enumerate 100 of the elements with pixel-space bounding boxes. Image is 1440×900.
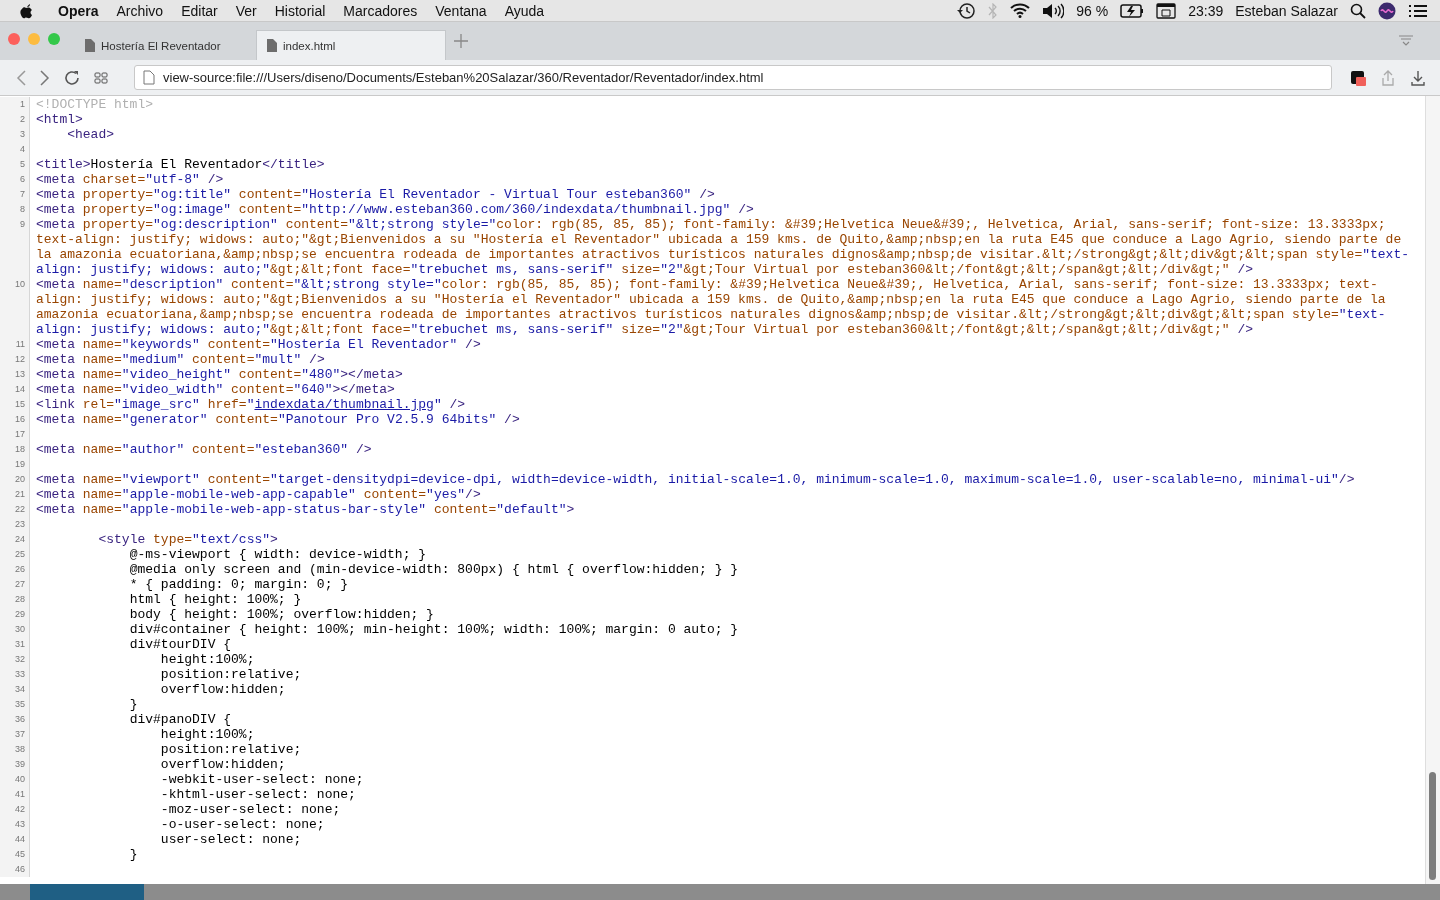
code-line: height:100%; xyxy=(159,727,256,742)
code-line: <meta name="video_height" content="480"></meta> xyxy=(36,367,404,382)
code-line: @-ms-viewport { width: device-width; } xyxy=(128,547,428,562)
line-number: 13 xyxy=(14,368,26,381)
line-number: 44 xyxy=(14,833,26,846)
app-menu[interactable]: Opera xyxy=(34,2,108,19)
code-line: overflow:hidden; xyxy=(159,682,287,697)
extension-icon[interactable] xyxy=(1350,69,1366,86)
menu-item[interactable]: Ver xyxy=(226,2,266,19)
document-icon xyxy=(85,39,95,52)
code-line: <style type="text/css"> xyxy=(97,532,279,547)
code-line: <meta property="og:description" content="&lt;strong style="color: rgb(85, 85, 85); font-family: &#39;Helvetica Neue&#39;, Helvetica, Arial, sans-serif; font-size: 13.3333px; text-align: justify; widows: auto;"&gt;Bienvenidos a su "Hostería el Reventador" ubicada a 159 kms. de Quito,&amp;nbsp;en la ruta E45 que conduce a Lago Agrio, siendo parte de la amazonia ecuatoriana,&amp;nbsp;se encuentra rodeada de importantes atractivos turísticos naturales dignos&amp;nbsp;de visitar.&lt;/strong&gt;&lt;div&gt;&lt;span style="text-align: justify; widows: auto;"&gt;&lt;font face="trebuchet ms, sans-serif" size="2"&gt;Tour Virtual por esteban360&lt;/font&gt;&lt;/span&gt;&lt;/div&gt;" /> xyxy=(36,217,1411,277)
list-icon[interactable] xyxy=(1408,2,1428,19)
line-number: 43 xyxy=(14,818,26,831)
code-line: div#panoDIV { xyxy=(128,712,233,727)
address-field[interactable]: view-source:file:///Users/diseno/Documents/Esteban%20Salazar/360/Reventador/Reventador/index.html xyxy=(134,65,1332,90)
code-line: @media only screen and (min-device-width: 800px) { html { overflow:hidden; } } xyxy=(128,562,740,577)
code-line: } xyxy=(128,847,139,862)
menu-item[interactable]: Editar xyxy=(172,2,227,19)
code-line: <title>Hostería El Reventador</title> xyxy=(36,157,326,172)
menu-item[interactable]: Marcadores xyxy=(334,2,427,19)
code-line: -khtml-user-select: none; xyxy=(159,787,357,802)
code-line: <meta name="apple-mobile-web-app-status-bar-style" content="default"> xyxy=(36,502,576,517)
search-icon[interactable] xyxy=(1350,2,1366,19)
user-name[interactable]: Esteban Salazar xyxy=(1235,2,1338,19)
line-number: 4 xyxy=(19,143,26,156)
line-number: 37 xyxy=(14,728,26,741)
browser-tab[interactable]: index.html xyxy=(256,30,446,60)
apple-icon[interactable] xyxy=(20,2,34,19)
volume-icon[interactable] xyxy=(1042,2,1065,19)
code-line: <meta name="description" content="&lt;strong style="color: rgb(85, 85, 85); font-family: &#39;Helvetica Neue&#39;, Helvetica, Arial, sans-serif; font-size: 13.3333px; text-align: justify; widows: auto;"&gt;Bienvenidos a su "Hostería el Reventador" ubicada a 159 kms. de Quito,&amp;nbsp;en la ruta E45 que conduce a Lago Agrio, siendo parte de la amazonia ecuatoriana,&amp;nbsp;se encuentra rodeada de importantes atractivos turísticos naturales dignos&amp;nbsp;de visitar.&lt;/strong&gt;&lt;div&gt;&lt;span style="text-align: justify; widows: auto;"&gt;&lt;font face="trebuchet ms, sans-serif" size="2"&gt;Tour Virtual por esteban360&lt;/font&gt;&lt;/span&gt;&lt;/div&gt;" /> xyxy=(36,277,1387,337)
menu-item[interactable]: Archivo xyxy=(107,2,173,19)
code-line: <meta charset="utf-8" /> xyxy=(36,172,225,187)
battery-percentage: 96 % xyxy=(1076,2,1109,19)
code-line: <meta name="keywords" content="Hostería El Reventador" /> xyxy=(36,337,482,352)
line-number: 36 xyxy=(14,713,26,726)
line-number: 46 xyxy=(14,863,26,876)
menubar-clock: 23:39 xyxy=(1188,2,1224,19)
code-line: <meta name="apple-mobile-web-app-capable" content="yes"/> xyxy=(36,487,482,502)
line-number: 25 xyxy=(14,548,26,561)
code-line: position:relative; xyxy=(159,742,303,757)
line-number: 12 xyxy=(14,353,26,366)
line-number: 40 xyxy=(14,773,26,786)
code-line: -moz-user-select: none; xyxy=(159,802,342,817)
code-line: overflow:hidden; xyxy=(159,757,287,772)
line-number: 1 xyxy=(19,98,26,111)
line-number: 42 xyxy=(14,803,26,816)
code-line: <meta property="og:title" content="Hostería El Reventador - Virtual Tour esteban360" /> xyxy=(36,187,716,202)
scrollbar-thumb[interactable] xyxy=(1429,772,1436,880)
line-number: 20 xyxy=(14,473,26,486)
line-number: 35 xyxy=(14,698,26,711)
code-line: -webkit-user-select: none; xyxy=(159,772,365,787)
source-link[interactable]: indexdata/thumbnail.jpg xyxy=(254,397,434,412)
menu-item[interactable]: Historial xyxy=(265,2,335,19)
line-number: 33 xyxy=(14,668,26,681)
line-number: 18 xyxy=(14,443,26,456)
code-line: div#container { height: 100%; min-height: 100%; width: 100%; margin: 0 auto; } xyxy=(128,622,740,637)
download-icon[interactable] xyxy=(1410,69,1426,86)
battery-icon[interactable] xyxy=(1120,3,1145,18)
line-number: 22 xyxy=(14,503,26,516)
line-number: 3 xyxy=(19,128,26,141)
grid-icon[interactable] xyxy=(94,71,108,84)
code-line: * { padding: 0; margin: 0; } xyxy=(128,577,350,592)
code-line: -o-user-select: none; xyxy=(159,817,326,832)
code-line: position:relative; xyxy=(159,667,303,682)
line-number: 38 xyxy=(14,743,26,756)
wifi-icon[interactable] xyxy=(1010,3,1031,18)
code-line: body { height: 100%; overflow:hidden; } xyxy=(128,607,435,622)
line-number: 45 xyxy=(14,848,26,861)
code-line: } xyxy=(128,697,139,712)
code-line: <html> xyxy=(36,112,84,127)
code-line: div#tourDIV { xyxy=(128,637,233,652)
forward-icon[interactable] xyxy=(40,69,50,86)
line-number: 30 xyxy=(14,623,26,636)
line-number: 10 xyxy=(14,278,26,291)
line-number: 41 xyxy=(14,788,26,801)
line-number: 14 xyxy=(14,383,26,396)
line-number: 7 xyxy=(19,188,26,201)
line-number: 11 xyxy=(14,338,26,351)
line-number: 27 xyxy=(14,578,26,591)
menu-item[interactable]: Ventana xyxy=(426,2,496,19)
line-number: 19 xyxy=(14,458,26,471)
line-number: 32 xyxy=(14,653,26,666)
line-number: 34 xyxy=(14,683,26,696)
line-number: 26 xyxy=(14,563,26,576)
code-line: <meta name="author" content="esteban360" /> xyxy=(36,442,373,457)
code-line: <meta name="video_width" content="640"></meta> xyxy=(36,382,396,397)
document-icon xyxy=(267,39,277,52)
line-number: 15 xyxy=(14,398,26,411)
line-number: 31 xyxy=(14,638,26,651)
code-line: <link rel="image_src" href="indexdata/thumbnail.jpg" /> xyxy=(36,397,467,412)
code-line: html { height: 100%; } xyxy=(128,592,303,607)
clock-icon[interactable] xyxy=(956,1,977,20)
line-number: 28 xyxy=(14,593,26,606)
browser-tab[interactable]: Hostería El Reventador xyxy=(74,30,256,60)
menu-item[interactable]: Ayuda xyxy=(495,2,554,19)
line-number: 5 xyxy=(19,158,26,171)
reload-icon[interactable] xyxy=(64,69,80,86)
code-line: height:100%; xyxy=(159,652,256,667)
line-number: 17 xyxy=(14,428,26,441)
